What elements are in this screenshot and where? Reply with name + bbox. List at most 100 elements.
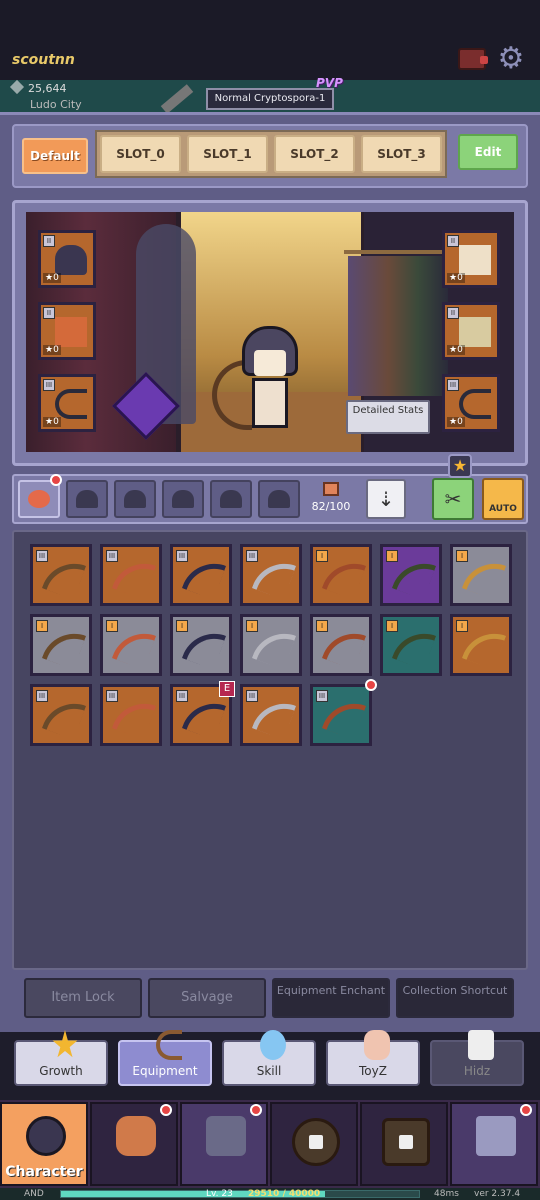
tab-equipment[interactable]: Equipment [118,1030,212,1086]
notification-dot [50,474,62,486]
collection-shortcut-label: Collection Shortcut [402,984,508,997]
bow-icon [461,554,507,600]
nav-locked-2[interactable] [360,1102,448,1186]
tab-growth-label: Growth [39,1064,83,1078]
filter-tab-glasses[interactable] [114,480,156,518]
lock-icon [468,1030,494,1060]
equipment-enchant-button[interactable]: Equipment Enchant [272,978,390,1018]
version-label: ver 2.37.4 [474,1189,521,1199]
inventory-item[interactable]: III [30,544,92,606]
shirt-icon [459,245,491,275]
bow-icon [391,554,437,600]
inventory-item[interactable]: III [240,544,302,606]
filter-tab-helmet[interactable] [66,480,108,518]
crossed-swords-icon [206,1116,246,1156]
nav-character[interactable]: Character [0,1102,88,1186]
inventory-item[interactable]: III E [170,681,235,746]
equip-slot-weapon[interactable]: III ★0 [38,374,96,432]
auto-equip-button[interactable]: AUTO [482,478,524,520]
slot-2-button[interactable]: SLOT_2 [274,135,355,173]
bow-icon [111,694,157,740]
tier-badge: III [43,379,55,391]
gear-icon[interactable]: ⚙ [496,44,526,74]
tier-badge: III [246,550,258,562]
star-count: ★0 [447,273,465,283]
star-count: ★0 [447,417,465,427]
bow-icon [55,389,87,419]
inventory-item[interactable]: III [170,544,232,606]
inventory-item[interactable]: I [380,614,442,676]
filter-tab-shoes[interactable] [258,480,300,518]
slot-1-button[interactable]: SLOT_1 [187,135,268,173]
inventory-item[interactable]: I [240,614,302,676]
filter-tab-hat[interactable] [162,480,204,518]
notification-dot [520,1104,532,1116]
tier-badge: III [106,690,118,702]
inventory-item[interactable]: I [450,544,512,606]
inventory-item[interactable]: I [380,544,442,606]
filter-tab-armor[interactable] [210,480,252,518]
edit-loadout-button[interactable]: Edit [458,134,518,170]
tier-badge: III [176,690,188,702]
star-count: ★0 [43,345,61,355]
equip-slot-accessory[interactable]: III ★0 [442,374,500,432]
inventory-item[interactable]: I [100,614,162,676]
wallet-icon[interactable] [458,48,488,70]
stage-mode-label[interactable]: Normal Cryptospora-1 [206,88,334,110]
tier-badge: I [316,620,328,632]
bow-icon [181,694,227,740]
item-lock-button[interactable]: Item Lock [24,978,142,1018]
equip-slot-shirt[interactable]: II ★0 [442,230,500,288]
inventory-item[interactable]: III [100,684,162,746]
tab-hidz[interactable]: Hidz [430,1030,524,1086]
sort-button[interactable]: ⇣ [366,479,406,519]
tier-badge: I [386,550,398,562]
character-face [254,350,286,376]
tab-toyz[interactable]: ToyZ [326,1030,420,1086]
inventory-item[interactable]: I [310,544,372,606]
salvage-button[interactable]: Salvage [148,978,266,1018]
tier-badge: I [36,620,48,632]
inventory-item[interactable]: I [450,614,512,676]
footer-left-label: AND [24,1189,44,1199]
tab-skill[interactable]: Skill [222,1030,316,1086]
bow-icon [321,694,367,740]
tier-badge: I [316,550,328,562]
slot-0-button[interactable]: SLOT_0 [100,135,181,173]
default-loadout-button[interactable]: Default [22,138,88,174]
notification-dot [365,679,377,691]
player-name: scoutnn [12,52,75,68]
equip-slot-helmet[interactable]: II ★0 [38,230,96,288]
inventory-item[interactable]: I [30,614,92,676]
slot-3-button[interactable]: SLOT_3 [361,135,442,173]
bow-icon [251,624,297,670]
boots-icon [459,317,491,347]
equip-slot-armor[interactable]: II ★0 [38,302,96,360]
nav-locked-1[interactable] [270,1102,358,1186]
inventory-item[interactable]: III [100,544,162,606]
helmet-icon [55,245,87,275]
inventory-item[interactable]: III [310,679,377,746]
item-lock-label: Item Lock [51,990,115,1005]
tier-badge: I [456,620,468,632]
tab-growth[interactable]: Growth [14,1030,108,1086]
detailed-stats-button[interactable]: Detailed Stats [346,400,430,434]
collection-shortcut-button[interactable]: Collection Shortcut [396,978,514,1018]
pvp-badge[interactable]: PVP [316,76,343,90]
tier-badge: I [456,550,468,562]
equip-slot-boots[interactable]: II ★0 [442,302,500,360]
tier-badge: I [246,620,258,632]
salvage-label: Salvage [181,990,233,1005]
inventory-item[interactable]: I [310,614,372,676]
bow-icon [111,554,157,600]
equipped-badge: E [219,681,235,697]
inventory-item[interactable]: I [170,614,232,676]
backpack-icon [116,1116,156,1156]
auto-salvage-button[interactable]: ✂ [432,478,474,520]
gem-icon [9,79,25,95]
player-character [212,326,302,436]
inventory-item[interactable]: III [240,684,302,746]
bow-icon [321,624,367,670]
tier-badge: I [176,620,188,632]
inventory-item[interactable]: III [30,684,92,746]
